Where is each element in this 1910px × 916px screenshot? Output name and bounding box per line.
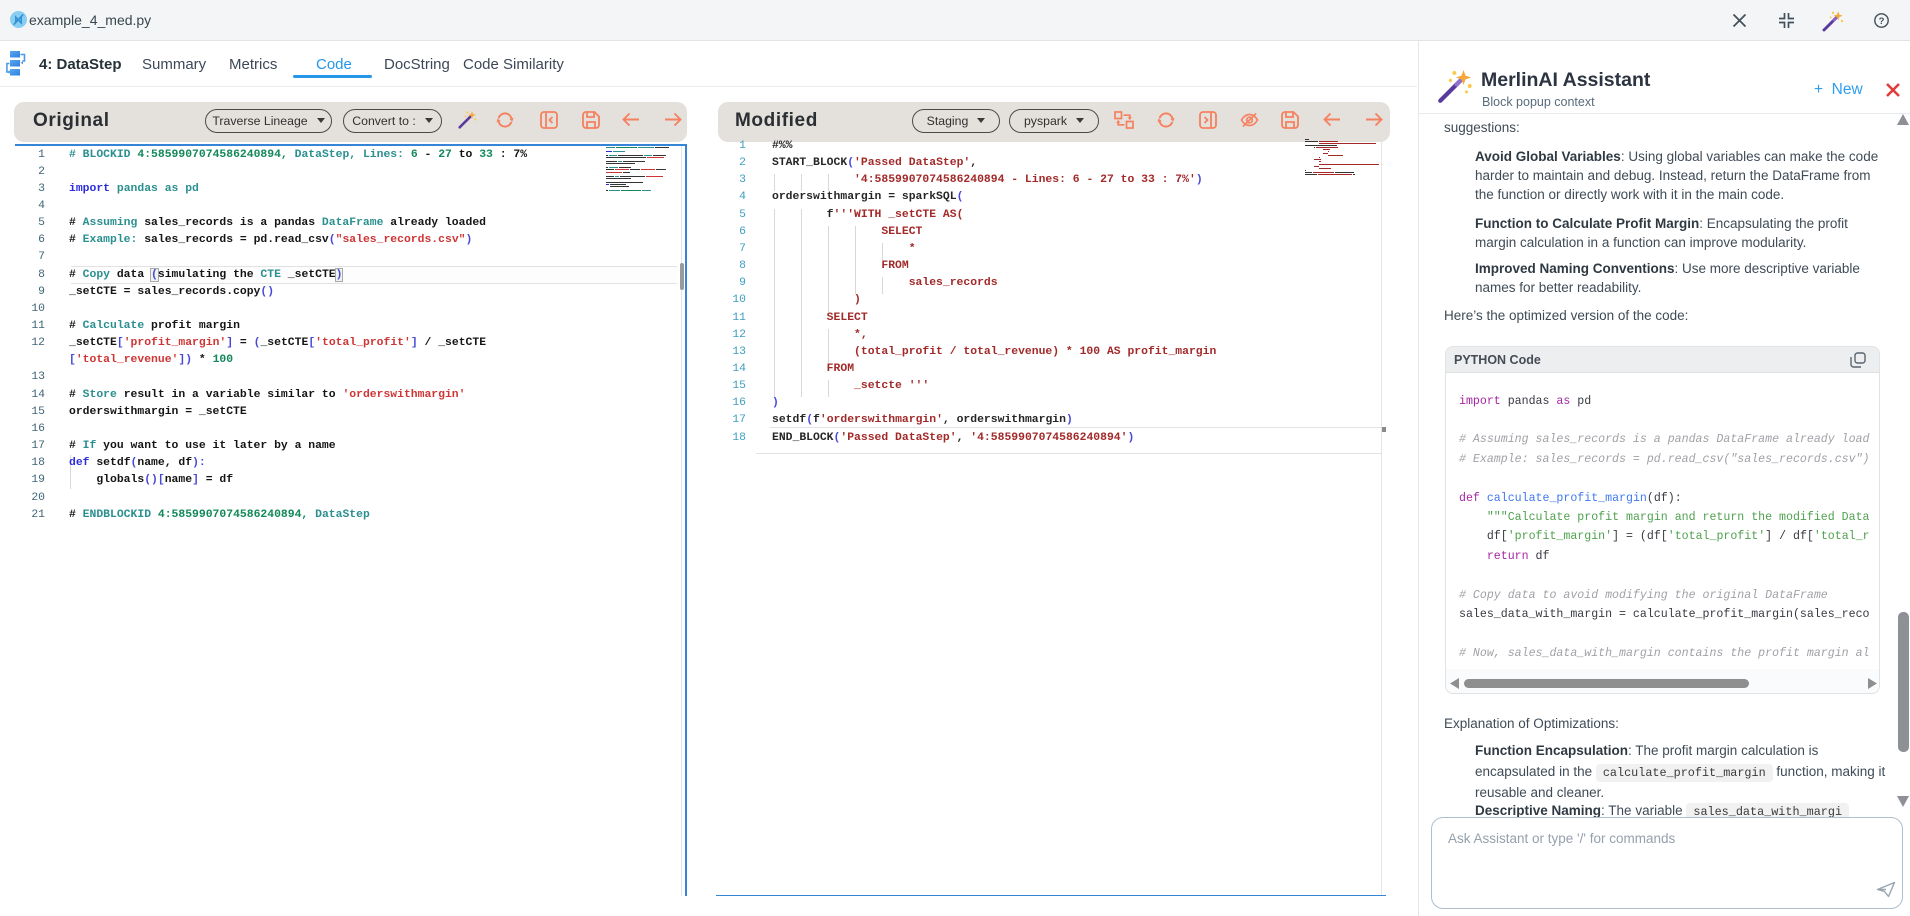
svg-text:?: ? xyxy=(1879,16,1885,27)
